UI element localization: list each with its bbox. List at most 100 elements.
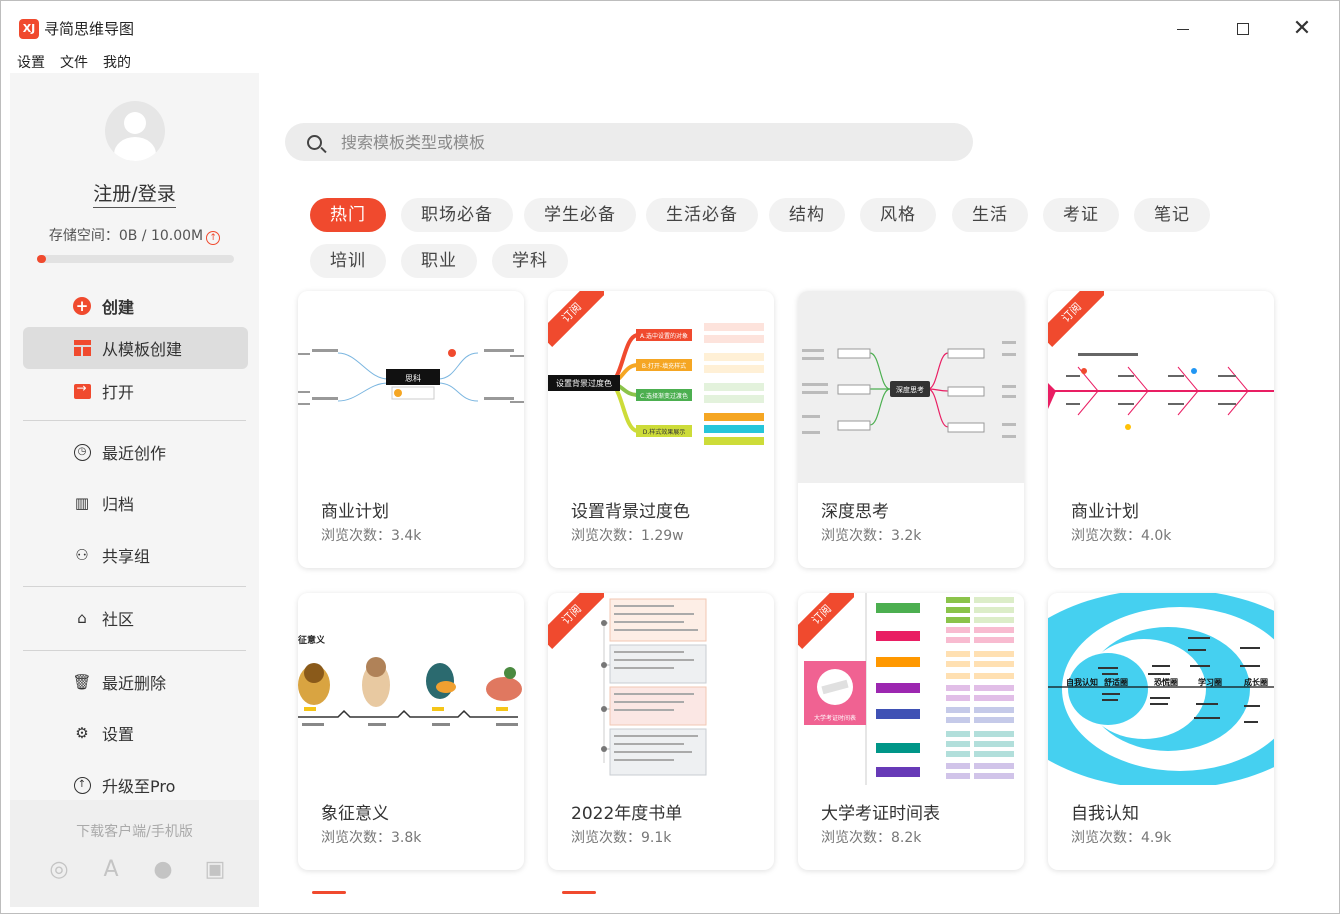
login-link[interactable]: 注册/登录 (10, 179, 259, 208)
tag-subject[interactable]: 学科 (492, 244, 568, 278)
svg-text:A.选中设置的对象: A.选中设置的对象 (640, 332, 688, 340)
storage-info: 存储空间：0B / 10.00M ↑ (10, 225, 259, 245)
subscribe-ribbon: 订阅 (1048, 291, 1104, 347)
svg-text:舒适圈: 舒适圈 (1103, 677, 1128, 687)
app-logo: XJ (19, 19, 39, 39)
tag-student[interactable]: 学生必备 (524, 198, 636, 232)
card-views: 浏览次数：8.2k (821, 830, 922, 846)
svg-text:恐慌圈: 恐慌圈 (1154, 677, 1178, 687)
tag-life[interactable]: 生活 (952, 198, 1028, 232)
apple-icon[interactable]: ● (150, 856, 176, 882)
minimize-button[interactable] (1167, 13, 1199, 45)
svg-text:深度思考: 深度思考 (896, 385, 924, 394)
sidebar: 注册/登录 存储空间：0B / 10.00M↑ + 创建 从模板创建 打开 ◷ … (10, 73, 259, 907)
card-title: 大学考证时间表 (821, 804, 940, 824)
template-card[interactable]: 深度思考 深度思考 浏览次数：3.2k (798, 291, 1024, 568)
maximize-button[interactable] (1227, 13, 1259, 45)
template-thumbnail: 征意义 (298, 593, 524, 785)
tag-notes[interactable]: 笔记 (1134, 198, 1210, 232)
close-button[interactable]: ✕ (1286, 13, 1318, 45)
next-row-ribbon (312, 891, 346, 894)
nav-share-group[interactable]: ⚇ 共享组 (23, 534, 248, 576)
nav-create[interactable]: + 创建 (23, 285, 248, 327)
card-views: 浏览次数：9.1k (571, 830, 672, 846)
title-bar: XJ 寻简思维导图 ✕ (1, 1, 1339, 49)
avatar[interactable] (105, 101, 165, 161)
menu-bar: 设置 文件 我的 (1, 49, 131, 73)
android-icon[interactable]: ▣ (202, 856, 228, 882)
svg-text:思科: 思科 (405, 373, 421, 383)
storage-progress-fill (37, 255, 46, 263)
tag-career[interactable]: 职业 (401, 244, 477, 278)
download-panel: 下载客户端/手机版 ◎ A ● ▣ (10, 800, 259, 907)
template-icon (72, 338, 92, 358)
maximize-icon (1237, 23, 1249, 35)
plus-circle-icon: + (72, 296, 92, 316)
card-views: 浏览次数：3.4k (321, 528, 422, 544)
card-title: 自我认知 (1071, 804, 1139, 824)
trash-icon: 🗑 (72, 673, 92, 691)
template-card[interactable]: 自我认知 舒适圈 恐慌圈 学习圈 成长圈 自我认知 浏览次数：4.9k (1048, 593, 1274, 870)
svg-text:大学考证时间表: 大学考证时间表 (814, 714, 856, 722)
svg-text:征意义: 征意义 (298, 634, 326, 646)
nav-archive[interactable]: ▥ 归档 (23, 482, 248, 524)
sidebar-divider (23, 420, 246, 421)
tag-style[interactable]: 风格 (860, 198, 936, 232)
card-title: 深度思考 (821, 502, 889, 522)
search-input[interactable] (341, 131, 941, 153)
svg-text:学习圈: 学习圈 (1198, 677, 1222, 687)
template-card[interactable]: 订阅 2022年度书单 浏览次数：9.1k (548, 593, 774, 870)
archive-icon: ▥ (74, 494, 90, 512)
nav-settings[interactable]: ⚙ 设置 (23, 712, 248, 754)
card-views: 浏览次数：4.0k (1071, 528, 1172, 544)
chrome-icon[interactable]: ◎ (46, 856, 72, 882)
template-card[interactable]: 征意义 象征意义 浏览次数：3.8k (298, 593, 524, 870)
menu-mine[interactable]: 我的 (88, 49, 131, 73)
template-card[interactable]: 订阅 商业计划 浏览次数：4.0k (1048, 291, 1274, 568)
tag-life-essentials[interactable]: 生活必备 (646, 198, 758, 232)
template-thumbnail: 自我认知 舒适圈 恐慌圈 学习圈 成长圈 (1048, 593, 1274, 785)
nav-recently-deleted[interactable]: 🗑 最近删除 (23, 661, 248, 703)
open-folder-icon (72, 381, 92, 401)
app-store-icon[interactable]: A (98, 856, 124, 882)
next-row-ribbon (562, 891, 596, 894)
gear-icon: ⚙ (75, 724, 89, 742)
card-views: 浏览次数：1.29w (571, 528, 684, 544)
nav-open[interactable]: 打开 (23, 370, 248, 412)
app-title: 寻简思维导图 (44, 20, 135, 38)
svg-text:D.样式效果展示: D.样式效果展示 (643, 428, 686, 436)
search-icon[interactable] (307, 135, 322, 150)
upgrade-storage-icon[interactable]: ↑ (206, 231, 221, 245)
menu-file[interactable]: 文件 (45, 49, 88, 73)
tag-structure[interactable]: 结构 (769, 198, 845, 232)
tag-training[interactable]: 培训 (310, 244, 386, 278)
svg-text:设置背景过度色: 设置背景过度色 (556, 378, 612, 388)
minimize-icon (1177, 28, 1189, 30)
share-group-icon: ⚇ (75, 546, 89, 564)
download-label: 下载客户端/手机版 (76, 824, 193, 840)
subscribe-ribbon: 订阅 (548, 593, 604, 649)
nav-recent[interactable]: ◷ 最近创作 (23, 431, 248, 473)
template-card[interactable]: 设置背景过度色 A.选中设置的对象 B.打开-填充样式 C.选择渐变过渡色 D.… (548, 291, 774, 568)
tag-hot[interactable]: 热门 (310, 198, 386, 232)
tag-workplace[interactable]: 职场必备 (401, 198, 513, 232)
tag-certification[interactable]: 考证 (1043, 198, 1119, 232)
upgrade-icon: ↑ (72, 775, 92, 795)
card-title: 象征意义 (321, 804, 389, 824)
template-card[interactable]: 大学考证时间表 订阅 大学考证时间表 浏览次数：8.2k (798, 593, 1024, 870)
card-title: 商业计划 (1071, 502, 1139, 522)
close-icon: ✕ (1292, 16, 1312, 41)
sidebar-divider (23, 586, 246, 587)
template-thumbnail: 思科 (298, 291, 524, 483)
nav-create-from-template[interactable]: 从模板创建 (23, 327, 248, 369)
svg-text:成长圈: 成长圈 (1244, 677, 1268, 687)
menu-settings[interactable]: 设置 (1, 49, 45, 73)
clock-icon: ◷ (72, 442, 92, 462)
nav-community[interactable]: ⌂ 社区 (23, 597, 248, 639)
svg-text:C.选择渐变过渡色: C.选择渐变过渡色 (640, 392, 688, 400)
template-card[interactable]: 思科 商业计划 浏览次数：3.4k (298, 291, 524, 568)
subscribe-ribbon: 订阅 (798, 593, 854, 649)
card-views: 浏览次数：4.9k (1071, 830, 1172, 846)
community-icon: ⌂ (77, 609, 87, 627)
svg-text:自我认知: 自我认知 (1066, 677, 1098, 687)
